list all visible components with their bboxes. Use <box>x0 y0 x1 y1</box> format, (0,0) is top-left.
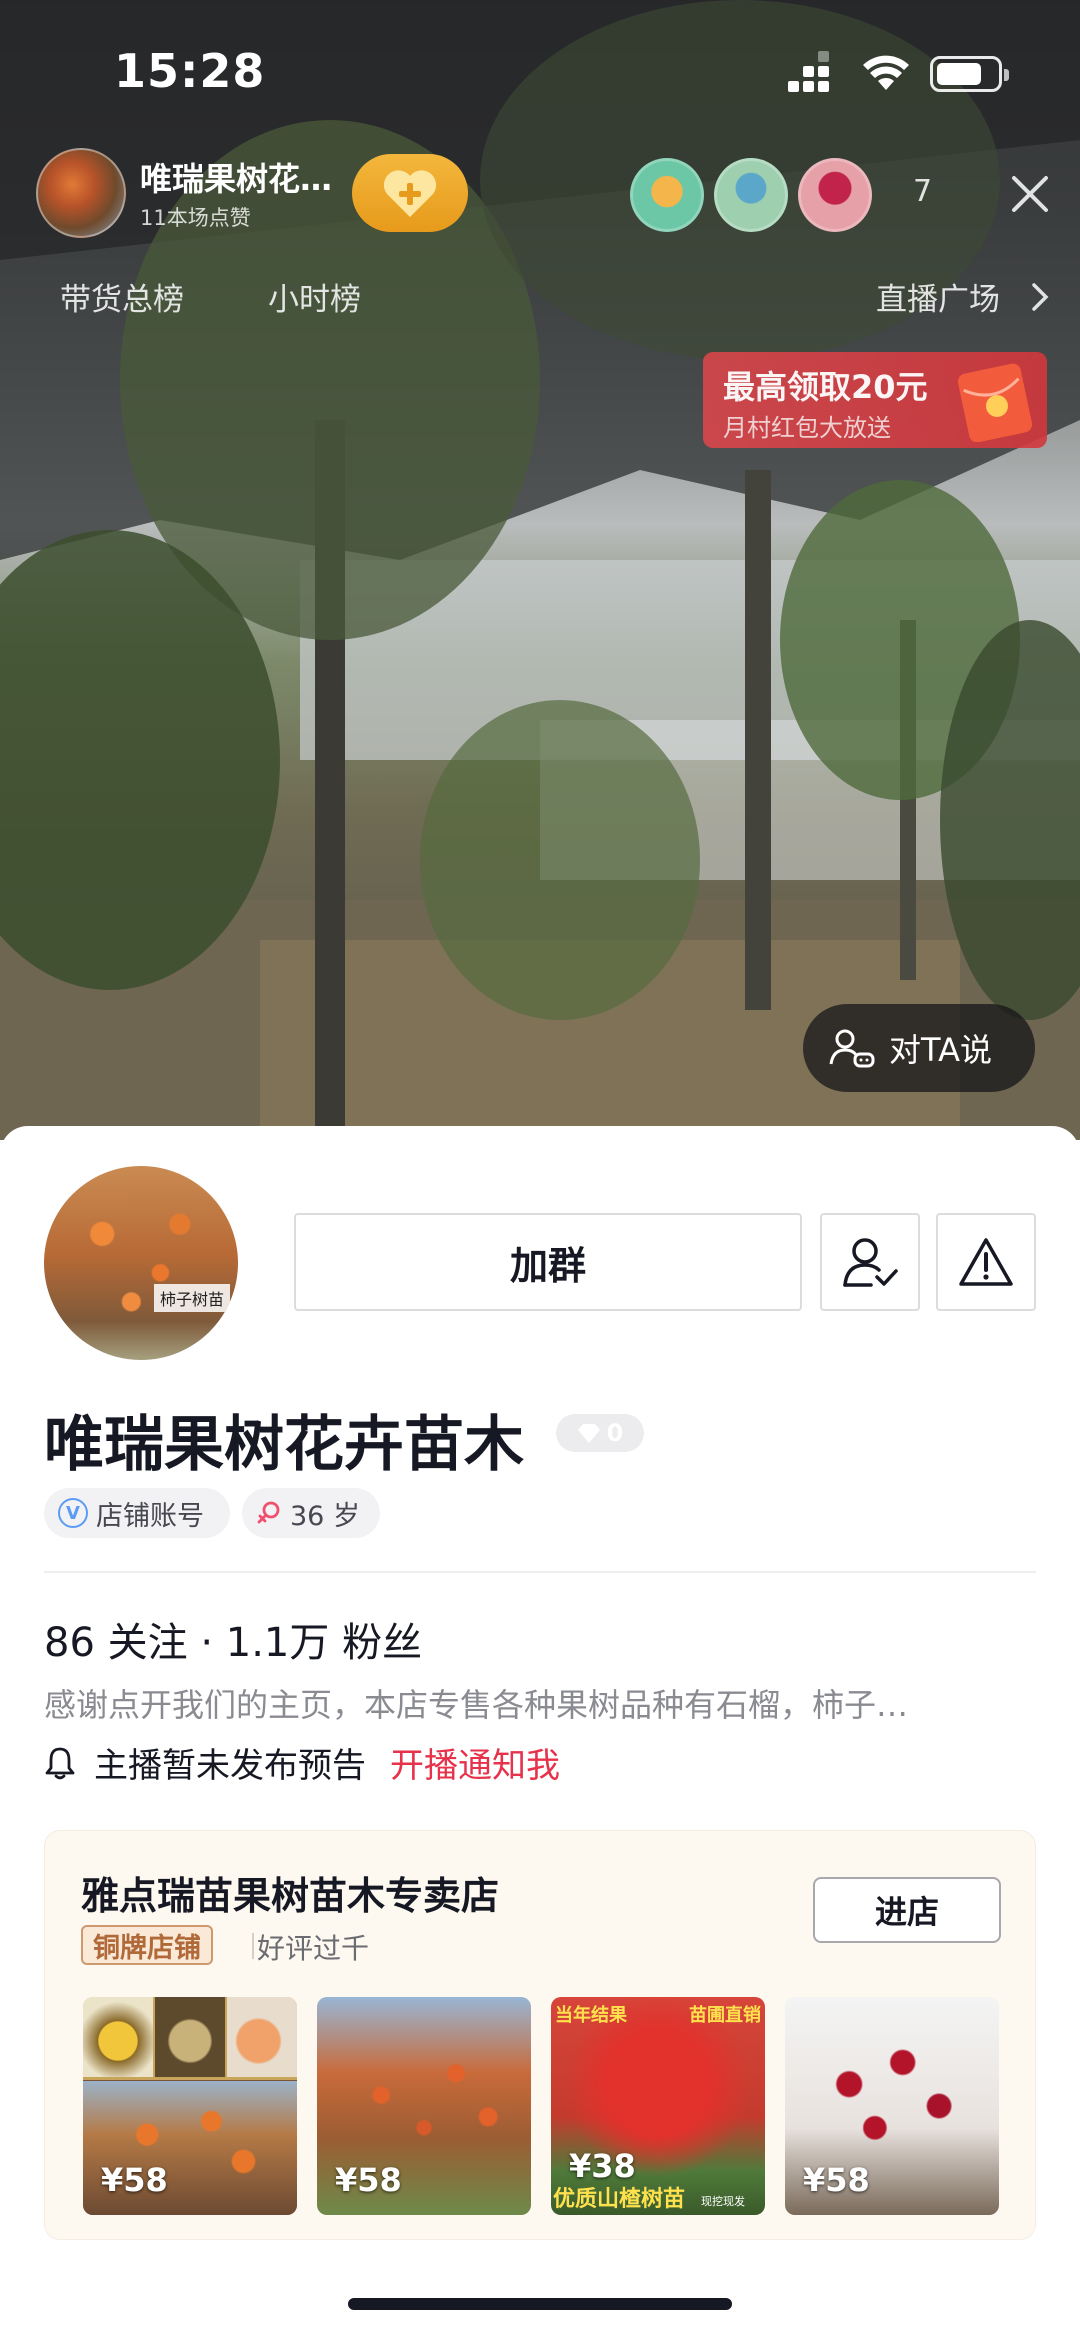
tab-sales-rank[interactable]: 带货总榜 <box>60 274 184 319</box>
profile-name: 唯瑞果树花卉苗木 <box>44 1410 524 1480</box>
age-tag: 36 岁 <box>242 1488 380 1538</box>
red-envelope-icon <box>957 363 1033 442</box>
heart-plus-icon <box>383 170 437 217</box>
tab-hourly-rank[interactable]: 小时榜 <box>268 274 361 319</box>
product-card[interactable]: 当年结果 苗圃直销 优质山楂树苗 现挖现发 ¥38 <box>551 1997 765 2215</box>
host-name: 唯瑞果树花… <box>140 160 333 198</box>
cellular-signal-icon <box>788 51 830 92</box>
host-info[interactable]: 唯瑞果树花… 11本场点赞 <box>36 148 336 240</box>
female-icon <box>257 1501 280 1524</box>
product-image-text: 优质山楂树苗 <box>553 2187 686 2212</box>
verified-v-icon: V <box>58 1498 88 1528</box>
product-image-text: 当年结果 <box>555 2005 627 2026</box>
battery-icon <box>930 56 1009 92</box>
product-card[interactable]: ¥58 <box>785 1997 999 2215</box>
bronze-store-badge: 铜牌店铺 <box>81 1925 213 1965</box>
store-rating: 好评过千 <box>257 1932 370 1965</box>
product-image-text: 苗圃直销 <box>689 2005 761 2026</box>
chevron-right-icon <box>1032 283 1049 311</box>
avatar-caption: 柿子树苗 <box>154 1284 231 1312</box>
notify-me-link[interactable]: 开播通知我 <box>390 1738 560 1787</box>
close-icon[interactable] <box>1008 172 1052 216</box>
join-group-button[interactable]: 加群 <box>294 1213 802 1311</box>
fan-level-count: 0 <box>606 1419 624 1447</box>
badge-separator <box>252 1933 254 1959</box>
product-card[interactable]: ¥58 <box>83 1997 297 2215</box>
say-to-ta-button[interactable]: 对TA说 <box>803 1004 1035 1092</box>
product-image <box>227 1997 297 2077</box>
friend-button[interactable] <box>820 1213 920 1311</box>
viewer-avatar[interactable] <box>798 158 872 232</box>
wifi-icon <box>863 55 909 90</box>
fan-level-badge[interactable]: 0 <box>556 1414 644 1452</box>
home-indicator[interactable] <box>348 2298 732 2310</box>
red-packet-subtitle: 月村红包大放送 <box>723 414 891 442</box>
live-notice-text: 主播暂未发布预告 <box>94 1746 366 1786</box>
product-price: ¥58 <box>335 2161 402 2199</box>
people-chat-icon <box>829 1029 875 1068</box>
red-packet-title: 最高领取20元 <box>723 368 928 406</box>
product-image-text: 现挖现发 <box>701 2195 745 2208</box>
viewer-avatar[interactable] <box>714 158 788 232</box>
store-account-tag: V 店铺账号 <box>44 1488 230 1538</box>
store-name[interactable]: 雅点瑞苗果树苗木专卖店 <box>81 1865 499 1920</box>
product-price: ¥38 <box>569 2147 636 2185</box>
host-avatar[interactable] <box>36 148 126 238</box>
age-label: 36 岁 <box>290 1500 360 1532</box>
product-card[interactable]: ¥58 <box>317 1997 531 2215</box>
profile-avatar[interactable]: 柿子树苗 <box>44 1166 238 1360</box>
product-image <box>155 1997 225 2077</box>
bell-icon <box>45 1747 75 1779</box>
status-bar: 15:28 <box>0 0 1080 140</box>
warning-icon <box>959 1238 1013 1286</box>
live-notice-row: 主播暂未发布预告 开播通知我 <box>44 1738 560 1787</box>
live-plaza-link[interactable]: 直播广场 <box>876 274 1000 319</box>
status-time: 15:28 <box>114 44 266 98</box>
store-account-label: 店铺账号 <box>96 1500 204 1532</box>
enter-store-button[interactable]: 进店 <box>813 1877 1001 1943</box>
red-packet-banner[interactable]: 最高领取20元 月村红包大放送 <box>703 352 1047 448</box>
viewer-count[interactable]: 7 <box>913 174 932 209</box>
say-to-ta-label: 对TA说 <box>889 1031 992 1069</box>
follow-heart-button[interactable] <box>352 154 468 232</box>
user-check-icon <box>843 1238 898 1287</box>
product-image <box>83 1997 153 2077</box>
store-card[interactable]: 雅点瑞苗果树苗木专卖店 铜牌店铺 好评过千 进店 ¥58 ¥58 当年结果 苗圃… <box>44 1830 1036 2240</box>
profile-bio[interactable]: 感谢点开我们的主页，本店专售各种果树品种有石榴，柿子… <box>44 1680 1024 1726</box>
viewer-avatar[interactable] <box>630 158 704 232</box>
product-price: ¥58 <box>803 2161 870 2199</box>
host-likes: 11本场点赞 <box>140 206 251 230</box>
product-price: ¥58 <box>101 2161 168 2199</box>
report-button[interactable] <box>936 1213 1036 1311</box>
diamond-icon <box>577 1424 600 1443</box>
divider <box>44 1571 1036 1573</box>
follow-fans-stats[interactable]: 86 关注 · 1.1万 粉丝 <box>44 1610 422 1668</box>
